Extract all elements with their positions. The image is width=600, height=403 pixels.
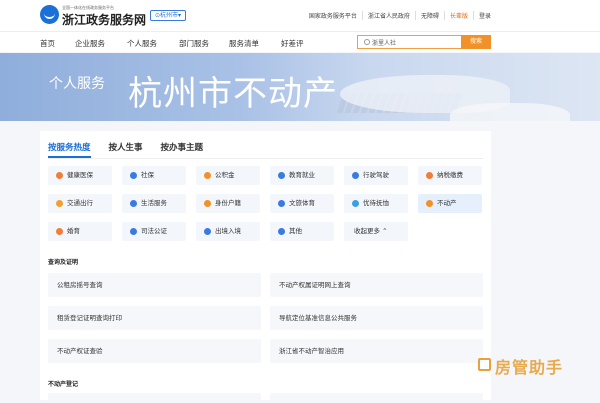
service-row[interactable]: 租赁登记证明查询打印: [48, 306, 261, 330]
tab-bar: 按服务热度 按人生事 按办事主题: [48, 141, 221, 158]
top-bar: 全国一体化在线政务服务平台 浙江政务服务网 ⊙杭州市▾ 国家政务服务平台 浙江省…: [0, 0, 600, 31]
category-traffic[interactable]: 交通出行: [48, 194, 112, 213]
health-icon: [56, 172, 63, 179]
life-icon: [130, 200, 137, 207]
category-care[interactable]: 优待抚恤: [344, 194, 408, 213]
justice-icon: [130, 228, 137, 235]
hand-image-2: [450, 103, 570, 121]
search-box: [357, 35, 461, 49]
traffic-icon: [56, 200, 63, 207]
logo-icon[interactable]: [40, 5, 59, 24]
link-elder-mode[interactable]: 长辈版: [445, 11, 474, 20]
banner: 个人服务 杭州市不动产: [0, 53, 600, 121]
watermark-text: 房管助手: [495, 358, 564, 377]
search-icon: [364, 39, 370, 45]
category-health[interactable]: 健康医保: [48, 166, 112, 185]
category-passport[interactable]: 出境入境: [196, 222, 260, 241]
culture-icon: [278, 200, 285, 207]
top-links: 国家政务服务平台 浙江省人民政府 无障碍 长辈版 登录: [304, 11, 496, 20]
link-accessibility[interactable]: 无障碍: [416, 11, 445, 20]
service-row[interactable]: [270, 393, 483, 403]
category-tax[interactable]: 纳税缴费: [418, 166, 482, 185]
service-row[interactable]: 导航定位基准信息公共服务: [270, 306, 483, 330]
category-social-security[interactable]: 社保: [122, 166, 186, 185]
category-life[interactable]: 生活服务: [122, 194, 186, 213]
category-real-estate[interactable]: 不动产: [418, 194, 482, 213]
banner-subtitle: 个人服务: [49, 76, 105, 92]
collapse-more-button[interactable]: 收起更多 ⌃: [344, 222, 408, 241]
category-other[interactable]: 其他: [270, 222, 334, 241]
care-icon: [352, 200, 359, 207]
nav-service-list[interactable]: 服务清单: [229, 38, 259, 49]
service-row[interactable]: 公租房摇号查询: [48, 273, 261, 297]
house-icon: [426, 200, 433, 207]
search-input[interactable]: [372, 37, 460, 47]
category-culture[interactable]: 文旅体育: [270, 194, 334, 213]
coin-icon: [204, 172, 211, 179]
link-provincial-gov[interactable]: 浙江省人民政府: [363, 11, 416, 20]
nav-personal[interactable]: 个人服务: [127, 38, 157, 49]
search-button[interactable]: 搜索: [461, 35, 491, 49]
tax-icon: [426, 172, 433, 179]
marriage-icon: [56, 228, 63, 235]
id-icon: [204, 200, 211, 207]
service-row[interactable]: 不动产权证查验: [48, 339, 261, 363]
tab-divider: [48, 158, 483, 159]
service-card: 按服务热度 按人生事 按办事主题 健康医保 社保 公积金 教育就业 行驶驾驶 纳…: [40, 131, 491, 403]
education-icon: [278, 172, 285, 179]
city-selector[interactable]: ⊙杭州市▾: [150, 10, 187, 21]
site-logo-title[interactable]: 浙江政务服务网: [62, 11, 146, 28]
nav-rating[interactable]: 好差评: [281, 38, 304, 49]
category-marriage[interactable]: 婚育: [48, 222, 112, 241]
car-icon: [352, 172, 359, 179]
category-identity[interactable]: 身份户籍: [196, 194, 260, 213]
section-title-query: 查询及证明: [48, 259, 79, 266]
nav-department[interactable]: 部门服务: [179, 38, 209, 49]
watermark-icon: [478, 358, 491, 371]
grid-icon: [278, 228, 285, 235]
tab-by-popularity[interactable]: 按服务热度: [48, 141, 91, 158]
banner-title: 杭州市不动产: [128, 74, 338, 114]
passport-icon: [204, 228, 211, 235]
service-row[interactable]: 不动产权属证明网上查询: [270, 273, 483, 297]
service-row[interactable]: 浙江省不动产智治应用: [270, 339, 483, 363]
category-education[interactable]: 教育就业: [270, 166, 334, 185]
link-national-platform[interactable]: 国家政务服务平台: [304, 11, 363, 20]
service-row[interactable]: [48, 393, 261, 403]
login-link[interactable]: 登录: [474, 11, 496, 20]
section-title-registration: 不动产登记: [48, 381, 79, 388]
nav-home[interactable]: 首页: [40, 38, 55, 49]
nav-enterprise[interactable]: 企业服务: [75, 38, 105, 49]
category-justice[interactable]: 司法公证: [122, 222, 186, 241]
category-housing-fund[interactable]: 公积金: [196, 166, 260, 185]
tab-by-life-event[interactable]: 按人生事: [109, 141, 143, 158]
tab-by-topic[interactable]: 按办事主题: [161, 141, 204, 158]
category-driving[interactable]: 行驶驾驶: [344, 166, 408, 185]
main-nav: 首页 企业服务 个人服务 部门服务 服务清单 好差评: [0, 31, 600, 52]
shield-icon: [130, 172, 137, 179]
